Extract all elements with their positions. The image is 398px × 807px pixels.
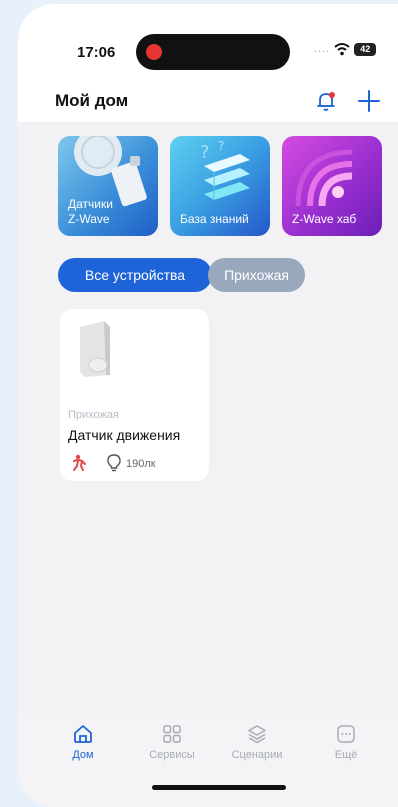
signal-icon: .... (314, 43, 331, 55)
tab-label: Сервисы (149, 749, 195, 761)
device-lux-value: 190лк (126, 458, 156, 470)
status-time: 17:06 (77, 44, 116, 61)
card-zwave-sensors[interactable]: Датчики Z-Wave (58, 136, 158, 236)
battery-icon: 42 (354, 42, 377, 56)
status-icons: .... 42 (314, 42, 377, 56)
device-name: Датчик движения (68, 427, 181, 443)
device-room: Прихожая (68, 409, 119, 421)
card-label-line1: База знаний (180, 212, 249, 226)
svg-text:?: ? (218, 139, 224, 153)
motion-person-icon (73, 454, 86, 471)
card-label: База знаний (180, 212, 249, 227)
recording-indicator-icon (146, 44, 162, 60)
home-icon (74, 725, 92, 743)
card-label-line1: Z-Wave хаб (292, 212, 357, 226)
device-card[interactable]: Прихожая Датчик движения 190лк (60, 309, 209, 481)
tab-services[interactable]: Сервисы (142, 723, 202, 761)
tab-label: Дом (72, 749, 94, 761)
card-knowledge-base[interactable]: ? ? База знаний (170, 136, 270, 236)
dynamic-island (136, 34, 290, 70)
phone-screen: 17:06 .... 42 Мой дом Датчики Z-Wave ? ?… (18, 4, 398, 807)
home-indicator[interactable] (152, 785, 286, 790)
tab-label: Ещё (334, 749, 358, 761)
card-label: Z-Wave хаб (292, 212, 356, 227)
wifi-icon (334, 43, 350, 56)
tab-scenarios[interactable]: Сценарии (227, 723, 287, 761)
card-zwave-hub[interactable]: Z-Wave хаб (282, 136, 382, 236)
tab-more[interactable]: Ещё (316, 723, 376, 761)
card-label-line1: Датчики (68, 197, 113, 211)
layers-icon (248, 725, 266, 744)
page-title: Мой дом (55, 91, 129, 110)
lightbulb-icon (107, 454, 121, 472)
motion-sensor-image-icon (80, 321, 110, 377)
svg-text:?: ? (200, 142, 210, 163)
card-label: Датчики Z-Wave (68, 197, 113, 227)
filter-hallway[interactable]: Прихожая (208, 258, 305, 292)
promo-carousel[interactable]: Датчики Z-Wave ? ? База знаний Z-Wave ха… (58, 136, 398, 238)
tab-label: Сценарии (231, 749, 283, 761)
more-icon (337, 725, 355, 743)
grid-icon (163, 725, 181, 743)
add-icon[interactable] (356, 88, 382, 114)
bell-icon[interactable] (315, 90, 337, 112)
top-bar: 17:06 .... 42 Мой дом (18, 4, 398, 122)
tab-home[interactable]: Дом (53, 723, 113, 761)
filter-all-devices[interactable]: Все устройства (58, 258, 212, 292)
bottom-tab-bar: Дом Сервисы Сценарии Ещё (18, 715, 398, 807)
card-label-line2: Z-Wave (68, 212, 110, 226)
